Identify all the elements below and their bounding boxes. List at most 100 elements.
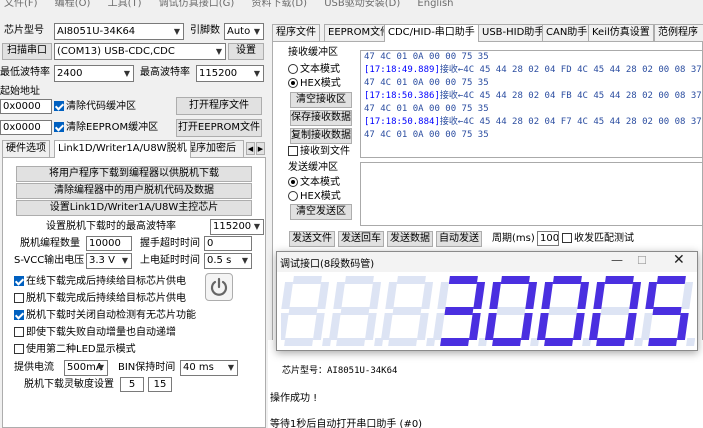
segment-f [385, 282, 398, 309]
menu-english[interactable]: English [417, 0, 453, 9]
menu-download[interactable]: 资料下载(D) [251, 0, 307, 9]
clear-eeprom-buffer-checkbox[interactable]: 清除EEPROM缓冲区 [54, 121, 158, 135]
supply-current-label: 提供电流 [14, 362, 54, 373]
recv-line: 47 4C 01 0A 00 00 75 35 [364, 78, 489, 88]
tab-serial-assistant[interactable]: CDC/HID-串口助手 [384, 24, 479, 42]
scan-port-button[interactable]: 扫描串口 [2, 43, 52, 60]
menu-program[interactable]: 编程(O) [55, 0, 91, 9]
port-select[interactable]: (COM13) USB-CDC,CDC ▼ [54, 43, 226, 60]
recv-text-mode-radio[interactable]: 文本模式 [288, 63, 340, 77]
open-eeprom-file-button[interactable]: 打开EEPROM文件 [176, 119, 262, 137]
menu-file[interactable]: 文件(F) [4, 0, 38, 9]
handshake-timeout-input[interactable]: 0 [204, 236, 252, 251]
right-tab-strip: 程序文件 EEPROM文件 CDC/HID-串口助手 USB-HID助手 CAN… [272, 24, 703, 42]
copy-recv-button[interactable]: 复制接收数据 [290, 128, 352, 144]
tab-offline-writer[interactable]: Link1D/Writer1A/U8W脱机 [54, 140, 191, 158]
segment-d [388, 338, 418, 346]
segment-a [448, 276, 478, 284]
period-input[interactable]: 100 [537, 231, 559, 246]
bin-hold-label: BIN保持时间 [118, 362, 176, 373]
tab-program-file[interactable]: 程序文件 [272, 24, 320, 41]
pin-count-select[interactable]: Auto ▼ [224, 23, 264, 40]
maximize-icon[interactable]: ☐ [637, 254, 647, 267]
segment-g [652, 307, 682, 315]
send-hex-mode-radio[interactable]: HEX模式 [288, 190, 341, 204]
opt-disable-detect-checkbox[interactable]: 脱机下载时关闭自动检测有无芯片功能 [14, 309, 196, 323]
segment-d [284, 338, 314, 346]
segment-c [468, 313, 481, 340]
offline-baud-select[interactable]: 115200 ▼ [210, 219, 264, 235]
send-input[interactable] [360, 162, 703, 226]
segment-digit [484, 276, 544, 346]
bin-hold-select[interactable]: 40 ms ▼ [180, 360, 238, 376]
opt-offline-power-checkbox[interactable]: 脱机下载完成后持续给目标芯片供电 [14, 292, 186, 306]
segment-f [593, 282, 606, 309]
power-icon [210, 277, 228, 296]
start-address-label: 起始地址 [0, 86, 40, 97]
opt-online-power-checkbox[interactable]: 在线下载完成后持续给目标芯片供电 [14, 275, 186, 289]
chip-model-label: 芯片型号 [4, 25, 44, 36]
send-text-mode-radio[interactable]: 文本模式 [288, 176, 340, 190]
powerup-delay-select[interactable]: 0.5 s ▼ [204, 253, 252, 269]
tab-hardware-options[interactable]: 硬件选项 [2, 140, 50, 157]
segment-d [440, 338, 470, 346]
clear-recv-button[interactable]: 清空接收区 [290, 92, 352, 108]
minimize-icon[interactable]: — [611, 253, 623, 267]
segment-e [328, 313, 341, 340]
menu-debug[interactable]: 调试仿真接口(G) [159, 0, 235, 9]
segment-f [281, 282, 294, 309]
recv-line: [17:18:49.889]接收←4C 45 44 28 02 04 FD 4C… [364, 65, 703, 75]
segment-a [500, 276, 530, 284]
tab-keil-sim[interactable]: Keil仿真设置 [588, 24, 654, 41]
save-recv-button[interactable]: 保存接收数据 [290, 110, 352, 126]
tab-program-encrypt[interactable]: 程序加密后 [182, 140, 244, 157]
tab-scroll-left[interactable]: ◀ [246, 142, 255, 155]
menu-usb-driver[interactable]: USB驱动安装(D) [324, 0, 400, 9]
auto-send-button[interactable]: 自动发送 [436, 231, 482, 247]
clear-send-button[interactable]: 清空发送区 [290, 204, 352, 220]
set-master-chip-button[interactable]: 设置Link1D/Writer1A/U8W主控芯片 [16, 200, 252, 216]
recv-line: 47 4C 01 0A 00 00 75 35 [364, 130, 489, 140]
min-baud-select[interactable]: 2400 ▼ [54, 65, 134, 82]
recv-hex-mode-radio[interactable]: HEX模式 [288, 77, 341, 91]
recv-log[interactable]: 47 4C 01 0A 00 00 75 35 [17:18:49.889]接收… [360, 50, 703, 158]
send-buffer-title: 发送缓冲区 [288, 162, 338, 173]
chip-model-select[interactable]: AI8051U-34K64 ▼ [54, 23, 184, 40]
open-program-file-button[interactable]: 打开程序文件 [176, 97, 262, 115]
sensitivity-a-input[interactable]: 5 [120, 377, 144, 392]
send-enter-button[interactable]: 发送回车 [338, 231, 384, 247]
tab-examples[interactable]: 范例程序 [654, 24, 703, 41]
match-test-checkbox[interactable]: 收发匹配测试 [562, 232, 634, 246]
close-icon[interactable]: ✕ [673, 252, 685, 268]
settings-button[interactable]: 设置 [228, 43, 264, 60]
segment-a [552, 276, 582, 284]
segment-g [288, 307, 318, 315]
download-offline-button[interactable]: 将用户程序下载到编程器以供脱机下载 [16, 166, 252, 182]
opt-led-mode-checkbox[interactable]: 使用第二种LED显示模式 [14, 343, 136, 357]
tab-can[interactable]: CAN助手 [542, 24, 592, 41]
clear-code-buffer-checkbox[interactable]: 清除代码缓冲区 [54, 100, 136, 114]
segment-a [396, 276, 426, 284]
power-button[interactable] [205, 273, 233, 301]
send-file-button[interactable]: 发送文件 [289, 231, 335, 247]
svcc-select[interactable]: 3.3 V ▼ [86, 253, 132, 269]
tab-usb-hid[interactable]: USB-HID助手 [478, 24, 549, 41]
opt-auto-increment-checkbox[interactable]: 即使下载失败自动增量也自动递增 [14, 326, 176, 340]
max-baud-select[interactable]: 115200 ▼ [196, 65, 264, 82]
menu-bar: 文件(F) 编程(O) 工具(T) 调试仿真接口(G) 资料下载(D) USB驱… [0, 0, 703, 10]
segment-digit [640, 276, 695, 346]
clear-offline-button[interactable]: 清除编程器中的用户脱机代码及数据 [16, 183, 252, 199]
segment-c [572, 313, 585, 340]
tab-scroll-right[interactable]: ▶ [256, 142, 265, 155]
segment-f [437, 282, 450, 309]
code-address-input[interactable]: 0x0000 [0, 99, 52, 114]
supply-current-select[interactable]: 500mA ▼ [64, 360, 108, 376]
offline-count-input[interactable]: 10000 [86, 236, 132, 251]
sensitivity-b-input[interactable]: 15 [148, 377, 172, 392]
send-data-button[interactable]: 发送数据 [387, 231, 433, 247]
segment-b [681, 282, 694, 309]
recv-to-file-checkbox[interactable]: 接收到文件 [288, 145, 350, 159]
output-line-wait: 等待1秒后自动打开串口助手 (#0) [270, 419, 423, 428]
eeprom-address-input[interactable]: 0x0000 [0, 120, 52, 135]
menu-tools[interactable]: 工具(T) [108, 0, 142, 9]
